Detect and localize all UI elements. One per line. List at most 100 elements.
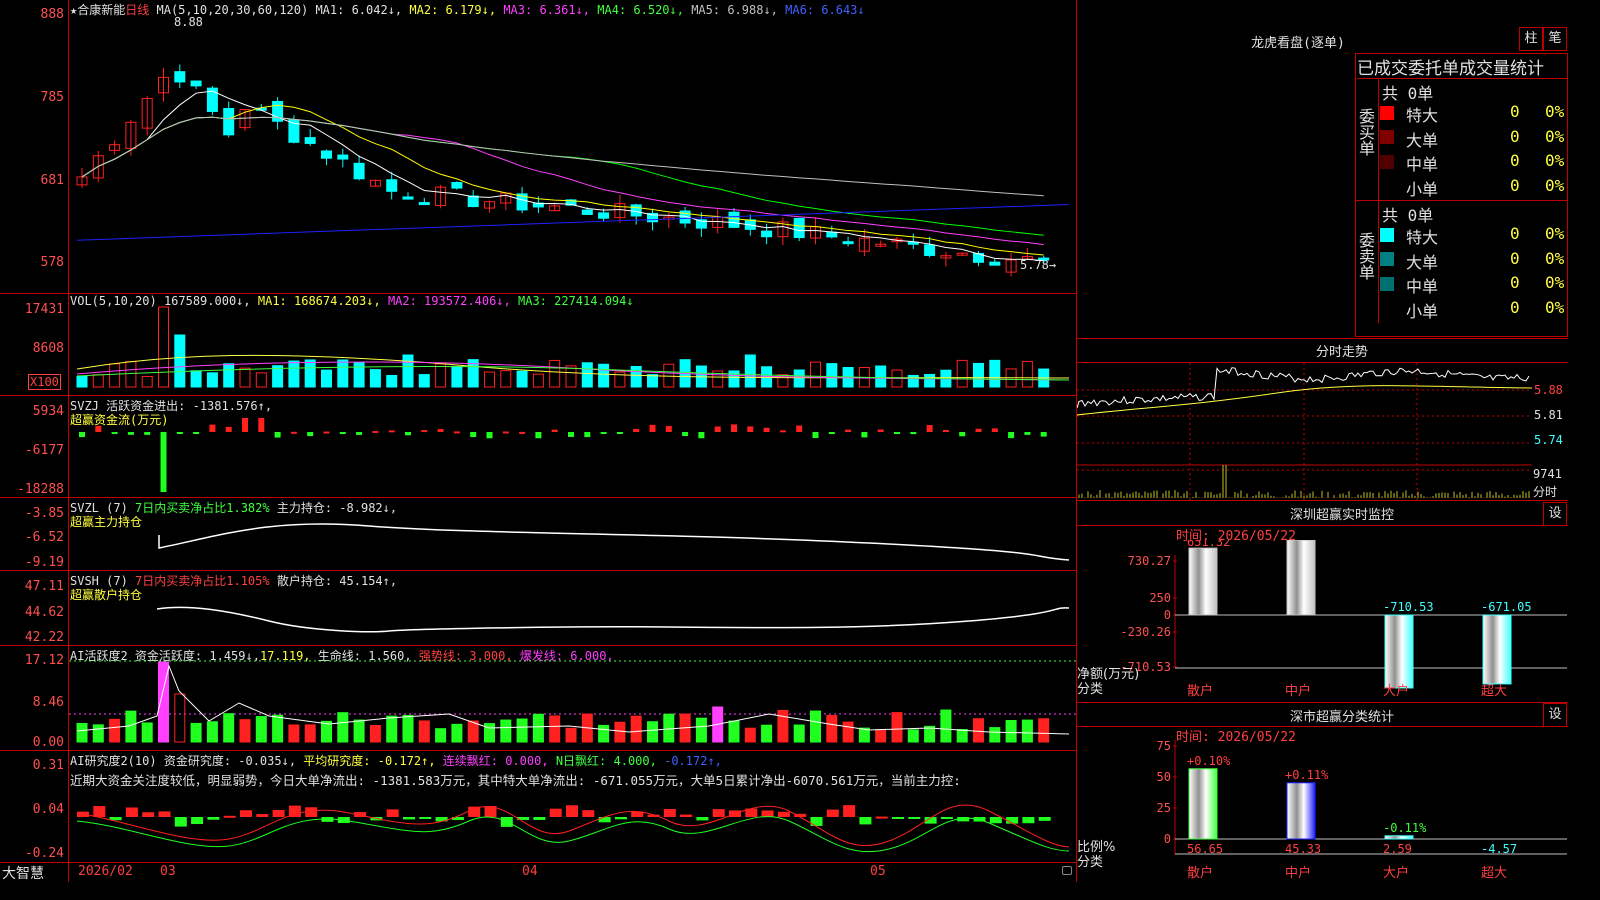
volume-bar (810, 361, 821, 388)
bar-value-label: 730.27 (1285, 540, 1328, 541)
candle-body (418, 202, 430, 206)
sz-class-title-rule (1077, 726, 1568, 727)
volume-bar (973, 362, 984, 388)
activity-bar (92, 724, 104, 743)
order-type-label: 中单 (1406, 155, 1439, 174)
order-row: 大单 0 0% (1380, 249, 1568, 272)
research-bar (843, 805, 856, 817)
sz-class-settings-button[interactable]: 设 (1543, 703, 1567, 727)
svzl-axis-label: -9.19 (24, 555, 64, 570)
research-bar (207, 817, 220, 820)
flow-bar (242, 418, 248, 432)
activity-bar (190, 722, 202, 743)
volume-bar (875, 365, 887, 388)
volume-bar (337, 359, 349, 388)
svzj-axis-label: 5934 (32, 404, 64, 419)
activity-bar (663, 713, 675, 743)
flow-bar (600, 432, 607, 435)
activity-bar (321, 720, 332, 743)
research-bar (240, 810, 252, 817)
ai-research-chart[interactable] (69, 751, 1076, 862)
volume-chart[interactable] (69, 294, 1076, 395)
axis-label: 0 (1164, 608, 1171, 622)
flow-bar (682, 432, 689, 436)
order-row: 大单 0 0% (1380, 127, 1568, 150)
volume-bar (288, 360, 300, 388)
volume-bar (174, 334, 186, 388)
activity-bar (1038, 718, 1050, 743)
lock-icon[interactable] (1062, 866, 1072, 875)
research-bar (533, 817, 546, 820)
flow-bar (975, 428, 982, 432)
candle-body (1038, 257, 1050, 261)
retail-position-chart[interactable] (69, 571, 1076, 645)
axis-label: 25 (1157, 801, 1171, 815)
activity-bar (728, 720, 740, 743)
order-percent: 0% (1545, 151, 1565, 170)
activity-bar (532, 713, 544, 743)
order-type-label: 大单 (1406, 130, 1439, 150)
order-percent: 0% (1545, 297, 1565, 317)
sz-monitor-settings-button[interactable]: 设 (1543, 502, 1567, 526)
activity-bar (239, 719, 251, 743)
research-bar (419, 817, 432, 819)
research-bar (1038, 817, 1051, 821)
fund-flow-chart[interactable] (69, 396, 1076, 497)
order-type-label: 小单 (1406, 301, 1439, 321)
volume-bar (907, 374, 919, 388)
volume-bar (125, 361, 137, 388)
activity-bar (549, 715, 561, 743)
flow-bar (584, 432, 591, 438)
flow-bar (225, 426, 232, 432)
activity-bar (206, 721, 218, 743)
volume-bar (484, 371, 495, 388)
activity-bar (141, 722, 153, 743)
sz-ratio-chart[interactable]: 75 50 25 0 56.65 散户 +0.10% 45.33 中户 +0.11% 2.59 大户 -… (1077, 740, 1568, 882)
candle-body (337, 154, 349, 160)
category-label: 散户 (1187, 865, 1213, 881)
tab-bar-view[interactable]: 柱 (1519, 27, 1543, 51)
order-count: 0 (1510, 297, 1520, 317)
tab-tick-view[interactable]: 笔 (1543, 27, 1567, 51)
research-bar (256, 814, 269, 817)
svzl-axis-label: -6.52 (24, 530, 64, 545)
candle-body (304, 137, 316, 144)
research-bar (191, 817, 204, 825)
volume-bar (924, 373, 936, 388)
order-color-swatch (1380, 179, 1394, 193)
activity-bar (451, 723, 463, 743)
volume-bar (451, 365, 463, 388)
flow-bar (160, 432, 167, 492)
volume-bar (206, 372, 218, 388)
volume-bar (418, 374, 430, 388)
activity-bar (353, 719, 365, 743)
volume-bar (353, 362, 365, 388)
ai-active-axis-label: 0.00 (32, 735, 64, 750)
activity-bar (76, 722, 88, 743)
research-bar (908, 817, 921, 819)
flow-bar (1040, 432, 1047, 437)
research-bar (174, 817, 187, 827)
activity-bar (695, 717, 707, 743)
sell-total: 共 0单 (1382, 206, 1434, 225)
flow-bar (714, 426, 721, 432)
activity-bar (484, 723, 495, 743)
volume-bar (190, 370, 202, 388)
sz-monitor-title-rule (1077, 525, 1568, 526)
research-bar (696, 817, 709, 821)
flow-bar (323, 431, 330, 434)
flow-bar (290, 431, 297, 434)
main-position-chart[interactable] (69, 498, 1076, 570)
brand-logo[interactable]: 大智慧 (2, 863, 44, 883)
sz-net-amount-chart[interactable]: 730.27 250 0 -230.26 -710.53 651.32 散户 730.27 中户… (1077, 540, 1568, 700)
order-count: 0 (1510, 151, 1520, 170)
intraday-chart[interactable] (1077, 363, 1532, 500)
flow-bar (763, 427, 770, 432)
flow-bar (959, 432, 966, 437)
candle-body (321, 150, 332, 159)
flow-bar (1024, 432, 1031, 435)
candlestick-chart[interactable] (69, 0, 1076, 293)
order-type-label: 特大 (1406, 106, 1439, 125)
ai-activity-chart[interactable] (69, 646, 1076, 750)
category-bar (1384, 614, 1414, 689)
